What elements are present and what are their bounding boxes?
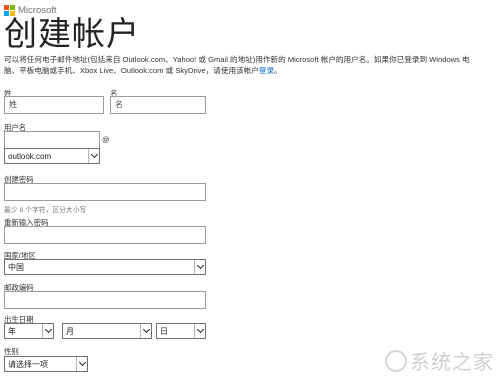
country-select[interactable]: 中国 xyxy=(4,259,206,275)
reenter-password-input[interactable] xyxy=(4,226,206,244)
postal-code-input[interactable] xyxy=(4,291,206,309)
intro-text: 可以将任何电子邮件地址(包括来自 Outlook.com、Yahoo! 或 Gm… xyxy=(4,54,494,76)
sign-in-link[interactable]: 登录 xyxy=(259,66,274,75)
username-input[interactable] xyxy=(4,131,100,149)
intro-line-2: 脑、平板电脑或手机、Xbox Live、Outlook.com 或 SkyDri… xyxy=(4,65,494,76)
chevron-down-icon xyxy=(194,324,205,338)
intro-line-1: 可以将任何电子邮件地址(包括来自 Outlook.com、Yahoo! 或 Gm… xyxy=(4,55,470,64)
country-value: 中国 xyxy=(8,262,24,272)
first-name-input[interactable]: 名 xyxy=(110,96,206,114)
last-name-input[interactable]: 姓 xyxy=(4,96,104,114)
birth-day-value: 日 xyxy=(160,326,168,336)
intro-line-2-end: 。 xyxy=(274,66,282,75)
birth-year-value: 年 xyxy=(8,326,16,336)
birth-day-select[interactable]: 日 xyxy=(156,323,206,339)
chevron-down-icon xyxy=(140,324,151,338)
chevron-down-icon xyxy=(88,149,99,163)
intro-line-2-text: 脑、平板电脑或手机、Xbox Live、Outlook.com 或 SkyDri… xyxy=(4,66,259,75)
birth-month-select[interactable]: 月 xyxy=(62,323,152,339)
watermark-logo-icon xyxy=(385,349,407,372)
chevron-down-icon xyxy=(194,260,205,274)
at-symbol: @ xyxy=(102,135,110,144)
domain-select[interactable]: outlook.com xyxy=(4,148,100,164)
watermark: 系统之家 xyxy=(385,346,494,375)
page-title: 创建帐户 xyxy=(4,14,140,53)
birth-month-value: 月 xyxy=(66,326,74,336)
watermark-text: 系统之家 xyxy=(410,350,494,374)
gender-value: 请选择一项 xyxy=(8,359,48,369)
gender-select[interactable]: 请选择一项 xyxy=(4,356,88,372)
password-hint: 最少 8 个字符，区分大小写 xyxy=(4,207,87,214)
domain-value: outlook.com xyxy=(8,151,52,161)
birth-year-select[interactable]: 年 xyxy=(4,323,54,339)
chevron-down-icon xyxy=(42,324,53,338)
password-input[interactable] xyxy=(4,183,206,201)
chevron-down-icon xyxy=(76,357,87,371)
